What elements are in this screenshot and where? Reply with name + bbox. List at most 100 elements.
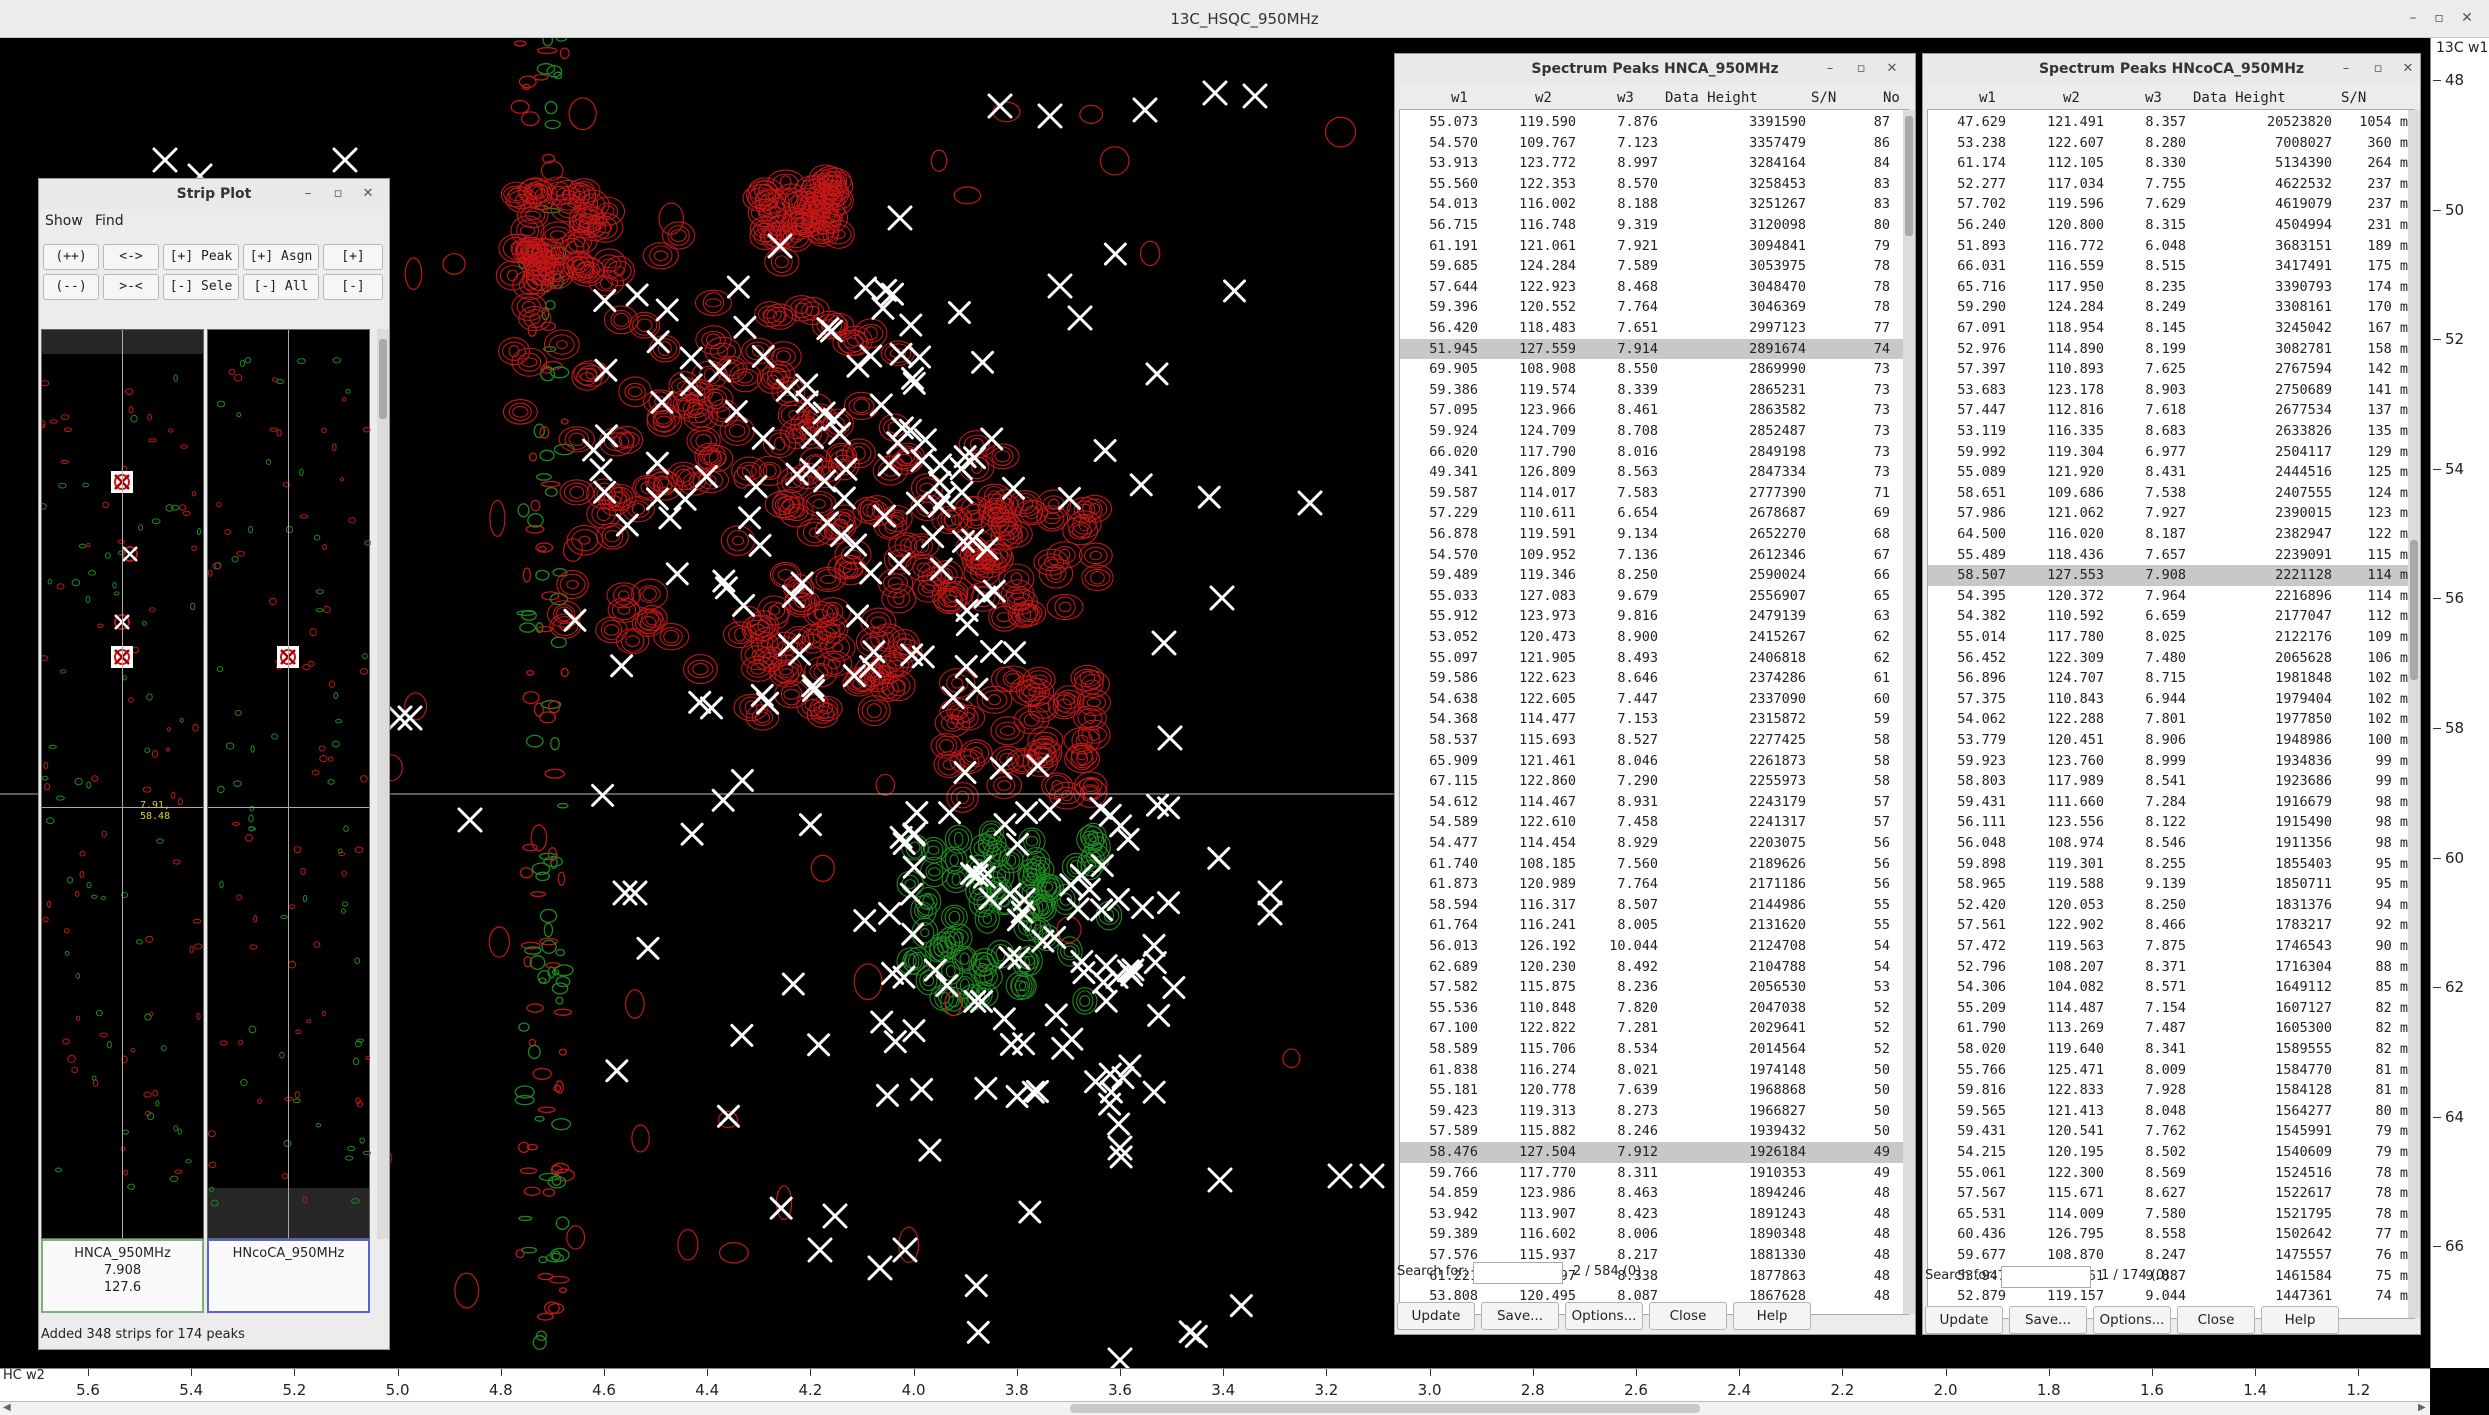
table-row[interactable]: 59.586 122.623 8.646 2374286 61 <box>1400 668 1908 689</box>
menu-show[interactable]: Show <box>45 213 83 229</box>
peaks2-minimize-button[interactable]: – <box>2335 58 2357 80</box>
table-row[interactable]: 54.382 110.592 6.659 2177047 112 m <box>1928 606 2414 627</box>
col2-w3[interactable]: w3 <box>2145 90 2162 106</box>
table-row[interactable]: 57.375 110.843 6.944 1979404 102 m <box>1928 689 2414 710</box>
table-row[interactable]: 54.570 109.767 7.123 3357479 86 <box>1400 133 1908 154</box>
table-row[interactable]: 53.683 123.178 8.903 2750689 141 m <box>1928 380 2414 401</box>
table-row[interactable]: 57.702 119.596 7.629 4619079 237 m <box>1928 194 2414 215</box>
table-row[interactable]: 62.689 120.230 8.492 2104788 54 <box>1400 957 1908 978</box>
col-w1[interactable]: w1 <box>1451 90 1468 106</box>
strip-hncoca-label[interactable]: HNcoCA_950MHz <box>207 1239 370 1313</box>
table-row[interactable]: 54.589 122.610 7.458 2241317 57 <box>1400 812 1908 833</box>
peaks1-scrollbar[interactable] <box>1903 110 1915 1314</box>
table-row[interactable]: 51.945 127.559 7.914 2891674 74 <box>1400 338 1908 360</box>
table-row[interactable]: 59.396 120.552 7.764 3046369 78 <box>1400 297 1908 318</box>
table-row[interactable]: 66.031 116.559 8.515 3417491 175 m <box>1928 256 2414 277</box>
table-row[interactable]: 55.073 119.590 7.876 3391590 87 <box>1400 112 1908 133</box>
col-w3[interactable]: w3 <box>1617 90 1634 106</box>
table-row[interactable]: 58.965 119.588 9.139 1850711 95 m <box>1928 874 2414 895</box>
table-row[interactable]: 59.423 119.313 8.273 1966827 50 <box>1400 1101 1908 1122</box>
table-row[interactable]: 57.472 119.563 7.875 1746543 90 m <box>1928 936 2414 957</box>
table-row[interactable]: 58.594 116.317 8.507 2144986 55 <box>1400 895 1908 916</box>
add-peak-button[interactable]: [+] Peak <box>163 244 239 270</box>
options-button[interactable]: Options... <box>1565 1302 1643 1330</box>
table-row[interactable]: 57.589 115.882 8.246 1939432 50 <box>1400 1121 1908 1142</box>
table-row[interactable]: 61.191 121.061 7.921 3094841 79 <box>1400 236 1908 257</box>
table-row[interactable]: 53.119 116.335 8.683 2633826 135 m <box>1928 421 2414 442</box>
table-row[interactable]: 53.942 113.907 8.423 1891243 48 <box>1400 1204 1908 1225</box>
peaks2-maximize-button[interactable]: ▫ <box>2367 58 2389 80</box>
scroll-left-icon[interactable]: ◀ <box>3 1402 11 1413</box>
menu-find[interactable]: Find <box>95 213 124 229</box>
strip-maximize-button[interactable]: ▫ <box>327 183 349 205</box>
peaks-hnca-table[interactable]: 55.073 119.590 7.876 3391590 87 54.570 109.767… <box>1399 109 1909 1315</box>
table-row[interactable]: 59.431 111.660 7.284 1916679 98 m <box>1928 792 2414 813</box>
table-row[interactable]: 59.290 124.284 8.249 3308161 170 m <box>1928 297 2414 318</box>
table-row[interactable]: 69.905 108.908 8.550 2869990 73 <box>1400 359 1908 380</box>
remove-selected-button[interactable]: [-] Sele <box>163 274 239 300</box>
table-row[interactable]: 58.537 115.693 8.527 2277425 58 <box>1400 730 1908 751</box>
remove-all-button[interactable]: [-] All <box>243 274 319 300</box>
table-row[interactable]: 49.341 126.809 8.563 2847334 73 <box>1400 462 1908 483</box>
table-row[interactable]: 57.582 115.875 8.236 2056530 53 <box>1400 977 1908 998</box>
col2-w1[interactable]: w1 <box>1979 90 1996 106</box>
col2-height[interactable]: Data Height <box>2193 90 2286 106</box>
table-row[interactable]: 61.740 108.185 7.560 2189626 56 <box>1400 854 1908 875</box>
table-row[interactable]: 64.500 116.020 8.187 2382947 122 m <box>1928 524 2414 545</box>
table-row[interactable]: 52.277 117.034 7.755 4622532 237 m <box>1928 174 2414 195</box>
minimize-button[interactable]: – <box>2400 6 2426 30</box>
table-row[interactable]: 52.879 119.157 9.044 1447361 74 m <box>1928 1286 2414 1307</box>
col-w2[interactable]: w2 <box>1535 90 1552 106</box>
search-input[interactable] <box>1473 1262 1563 1284</box>
table-row[interactable]: 55.209 114.487 7.154 1607127 82 m <box>1928 998 2414 1019</box>
strip-hnca-label[interactable]: HNCA_950MHz 7.908 127.6 <box>41 1239 204 1313</box>
shrink-button[interactable]: (--) <box>43 274 99 300</box>
table-row[interactable]: 65.909 121.461 8.046 2261873 58 <box>1400 751 1908 772</box>
table-row[interactable]: 57.229 110.611 6.654 2678687 69 <box>1400 503 1908 524</box>
table-row[interactable]: 61.174 112.105 8.330 5134390 264 m <box>1928 153 2414 174</box>
table-row[interactable]: 54.306 104.082 8.571 1649112 85 m <box>1928 977 2414 998</box>
table-row[interactable]: 58.476 127.504 7.912 1926184 49 <box>1400 1142 1908 1163</box>
col2-sn[interactable]: S/N <box>2341 90 2366 106</box>
search2-input[interactable] <box>2001 1266 2091 1288</box>
strip-hnca-plot[interactable] <box>42 330 205 1240</box>
table-row[interactable]: 54.477 114.454 8.929 2203075 56 <box>1400 833 1908 854</box>
table-row[interactable]: 58.507 127.553 7.908 2221128 114 m <box>1928 565 2414 586</box>
widen-button[interactable]: <-> <box>103 244 159 270</box>
strip-close-button[interactable]: ✕ <box>357 183 379 205</box>
scroll-right-icon[interactable]: ▶ <box>2418 1402 2426 1413</box>
strip-hnca[interactable]: 7.91, 58.48 <box>41 329 204 1239</box>
add-assign-button[interactable]: [+] Asgn <box>243 244 319 270</box>
table-row[interactable]: 59.924 124.709 8.708 2852487 73 <box>1400 421 1908 442</box>
strip-vertical-scrollbar[interactable] <box>377 329 389 1239</box>
table-row[interactable]: 53.913 123.772 8.997 3284164 84 <box>1400 153 1908 174</box>
table-row[interactable]: 57.447 112.816 7.618 2677534 137 m <box>1928 400 2414 421</box>
table-row[interactable]: 61.764 116.241 8.005 2131620 55 <box>1400 915 1908 936</box>
table-row[interactable]: 52.420 120.053 8.250 1831376 94 m <box>1928 895 2414 916</box>
update2-button[interactable]: Update <box>1925 1306 2003 1334</box>
table-row[interactable]: 58.803 117.989 8.541 1923686 99 m <box>1928 771 2414 792</box>
table-row[interactable]: 58.651 109.686 7.538 2407555 124 m <box>1928 483 2414 504</box>
table-row[interactable]: 53.238 122.607 8.280 7008027 360 m <box>1928 133 2414 154</box>
table-row[interactable]: 67.091 118.954 8.145 3245042 167 m <box>1928 318 2414 339</box>
col-sn[interactable]: S/N <box>1811 90 1836 106</box>
table-row[interactable]: 58.020 119.640 8.341 1589555 82 m <box>1928 1039 2414 1060</box>
col-height[interactable]: Data Height <box>1665 90 1758 106</box>
table-row[interactable]: 47.629 121.491 8.357 20523820 1054 m <box>1928 112 2414 133</box>
peaks-hncoca-table[interactable]: 47.629 121.491 8.357 20523820 1054 m 53.238 12… <box>1927 109 2415 1319</box>
help2-button[interactable]: Help <box>2261 1306 2339 1334</box>
table-row[interactable]: 55.181 120.778 7.639 1968868 50 <box>1400 1080 1908 1101</box>
table-row[interactable]: 56.715 116.748 9.319 3120098 80 <box>1400 215 1908 236</box>
help-button[interactable]: Help <box>1733 1302 1811 1330</box>
table-row[interactable]: 54.395 120.372 7.964 2216896 114 m <box>1928 586 2414 607</box>
narrow-button[interactable]: >-< <box>103 274 159 300</box>
table-row[interactable]: 53.779 120.451 8.906 1948986 100 m <box>1928 730 2414 751</box>
table-row[interactable]: 56.420 118.483 7.651 2997123 77 <box>1400 318 1908 339</box>
maximize-button[interactable]: ▫ <box>2426 6 2452 30</box>
table-row[interactable]: 57.095 123.966 8.461 2863582 73 <box>1400 400 1908 421</box>
peaks2-close-button[interactable]: ✕ <box>2397 58 2419 80</box>
table-row[interactable]: 59.386 119.574 8.339 2865231 73 <box>1400 380 1908 401</box>
table-row[interactable]: 67.115 122.860 7.290 2255973 58 <box>1400 771 1908 792</box>
table-row[interactable]: 67.100 122.822 7.281 2029641 52 <box>1400 1018 1908 1039</box>
table-row[interactable]: 52.976 114.890 8.199 3082781 158 m <box>1928 339 2414 360</box>
